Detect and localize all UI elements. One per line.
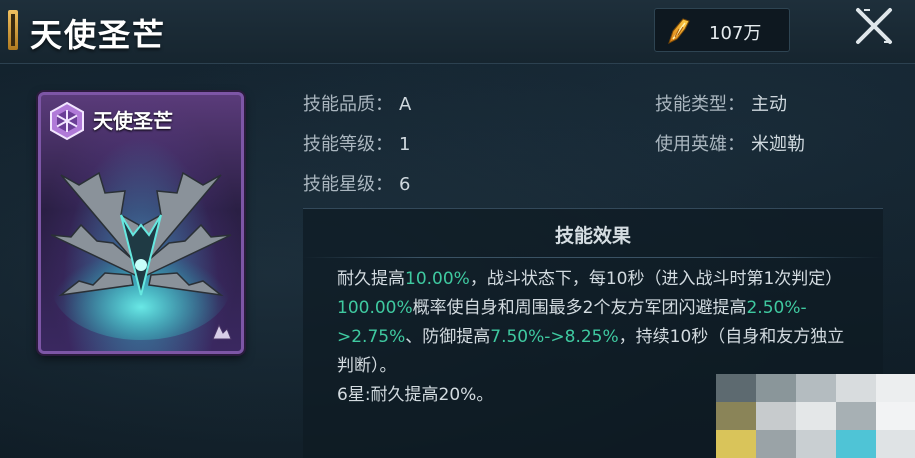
effect-highlight-4: 7.50%->8.25% bbox=[490, 327, 619, 347]
effect-text-seg4: 、防御提高 bbox=[405, 327, 491, 347]
skill-quality-row: 技能品质： A bbox=[303, 90, 411, 116]
skill-card[interactable]: 天使圣芒 bbox=[38, 92, 244, 354]
skill-quality-value: A bbox=[399, 94, 412, 115]
effect-text-seg2: ，战斗状态下，每10秒（进入战斗时第1次判定） bbox=[469, 269, 843, 289]
skill-star-label: 技能星级： bbox=[303, 174, 393, 195]
skill-quality-label: 技能品质： bbox=[303, 94, 393, 115]
page-title: 天使圣芒 bbox=[30, 16, 167, 54]
header-bar: 天使圣芒 107万 bbox=[0, 0, 915, 64]
close-x-icon[interactable] bbox=[850, 2, 898, 50]
gold-feather-icon bbox=[668, 18, 690, 44]
currency-display[interactable]: 107万 bbox=[654, 8, 790, 52]
skill-star-value: 6 bbox=[399, 174, 411, 195]
card-name: 天使圣芒 bbox=[93, 109, 173, 133]
effect-highlight-2: 100.00% bbox=[337, 298, 413, 318]
currency-value: 107万 bbox=[709, 23, 762, 44]
hero-label: 使用英雄： bbox=[655, 134, 745, 155]
effect-text-seg1: 耐久提高 bbox=[337, 269, 405, 289]
effect-star-bonus: 6星:耐久提高20%。 bbox=[337, 385, 494, 405]
skill-level-value: 1 bbox=[399, 134, 411, 155]
header-accent-bar bbox=[8, 10, 18, 50]
effect-title: 技能效果 bbox=[554, 225, 631, 247]
effect-divider bbox=[303, 257, 883, 258]
skill-type-row: 技能类型： 主动 bbox=[655, 90, 787, 116]
hero-row: 使用英雄： 米迦勒 bbox=[655, 130, 805, 156]
hero-value: 米迦勒 bbox=[751, 134, 805, 155]
pixelated-blur-region bbox=[716, 374, 915, 458]
skill-star-row: 技能星级： 6 bbox=[303, 170, 410, 196]
effect-text-seg3: 概率使自身和周围最多2个友方军团闪避提高 bbox=[412, 298, 747, 318]
skill-level-row: 技能等级： 1 bbox=[303, 130, 410, 156]
effect-highlight-1: 10.00% bbox=[405, 269, 470, 289]
hexagon-emblem-icon bbox=[50, 101, 84, 141]
skill-type-label: 技能类型： bbox=[655, 94, 745, 115]
mechanical-wings-art bbox=[50, 171, 232, 340]
skill-level-label: 技能等级： bbox=[303, 134, 393, 155]
card-rank-icon bbox=[212, 323, 232, 340]
skill-type-value: 主动 bbox=[751, 94, 787, 115]
